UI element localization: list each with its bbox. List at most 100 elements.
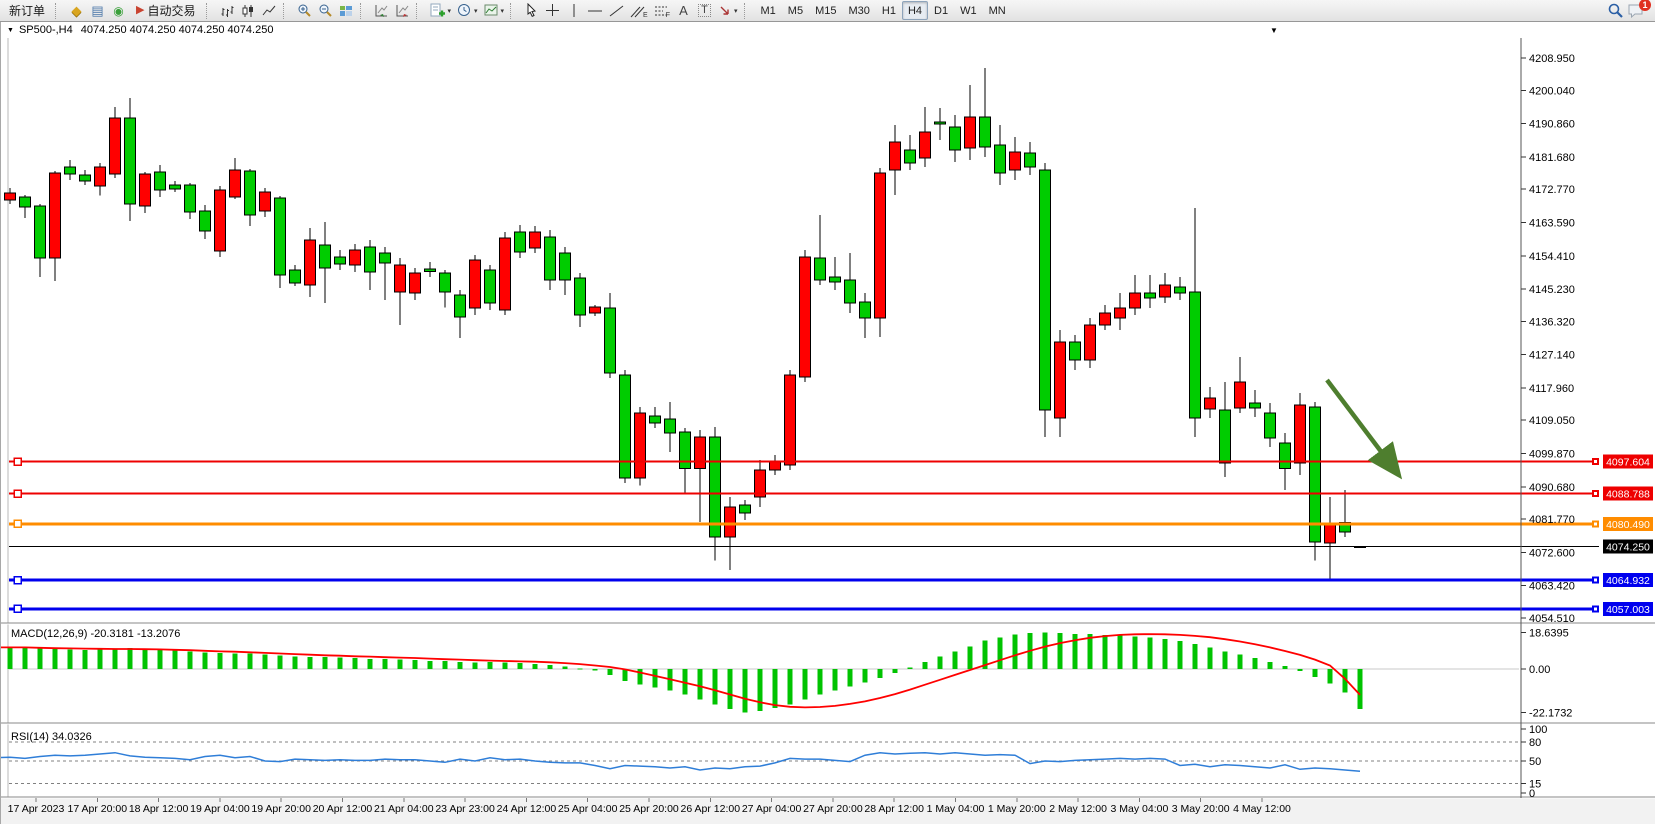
vertical-line-button[interactable] xyxy=(563,1,584,20)
price-line-label: 4097.604 xyxy=(1606,457,1650,469)
macd-tick-label: 18.6395 xyxy=(1529,627,1569,639)
macd-bar xyxy=(713,669,718,704)
time-tick-label: 1 May 04:00 xyxy=(927,803,985,815)
autotrading-label: 自动交易 xyxy=(147,2,195,19)
equidistant-channel-button[interactable]: E xyxy=(627,1,651,20)
trading-terminal: 新订单 ◆ ▤ ◉ ▶ 自动交易 xyxy=(0,0,1655,824)
arrows-button[interactable]: ▾ xyxy=(715,1,741,20)
macd-bar xyxy=(8,648,13,669)
macd-bar xyxy=(188,651,193,669)
zoom-in-button[interactable] xyxy=(294,1,315,20)
profile-next-button[interactable] xyxy=(392,1,413,20)
notifications-button[interactable]: 1 xyxy=(1627,3,1645,19)
time-tick-label: 20 Apr 12:00 xyxy=(313,803,373,815)
indicators-button[interactable]: ▾ xyxy=(427,1,455,20)
macd-bar xyxy=(818,669,823,694)
macd-bar xyxy=(1088,634,1093,669)
macd-bar xyxy=(488,662,493,669)
time-tick-label: 28 Apr 12:00 xyxy=(864,803,924,815)
chevron-down-icon: ▾ xyxy=(734,7,738,15)
macd-bar xyxy=(128,648,133,669)
macd-bar xyxy=(548,665,553,669)
text-label-button[interactable]: T xyxy=(694,1,715,20)
macd-bar xyxy=(1058,633,1063,669)
autotrading-button[interactable]: ▶ 自动交易 xyxy=(129,1,202,20)
fibonacci-button[interactable]: F xyxy=(651,1,673,20)
time-tick-label: 23 Apr 23:00 xyxy=(435,803,495,815)
timeframe-button-m5[interactable]: M5 xyxy=(782,1,809,20)
macd-bar xyxy=(158,649,163,669)
profile-next-icon xyxy=(395,4,410,18)
toolbar-grip[interactable] xyxy=(416,3,423,19)
line-chart-button[interactable] xyxy=(259,1,280,20)
chevron-down-icon: ▾ xyxy=(501,7,505,15)
price-tick-label: 4172.770 xyxy=(1529,184,1575,196)
time-tick-label: 24 Apr 12:00 xyxy=(497,803,557,815)
macd-bar xyxy=(443,661,448,669)
macd-bar xyxy=(248,654,253,669)
toolbar-grip[interactable] xyxy=(206,3,213,19)
tile-windows-button[interactable] xyxy=(336,1,357,20)
time-tick-label: 26 Apr 12:00 xyxy=(681,803,741,815)
macd-bar xyxy=(413,660,418,669)
time-tick-label: 19 Apr 04:00 xyxy=(190,803,250,815)
data-window-button[interactable]: ▤ xyxy=(87,1,108,20)
crosshair-button[interactable] xyxy=(542,1,563,20)
macd-bar xyxy=(1253,658,1258,669)
trendline-button[interactable] xyxy=(606,1,627,20)
macd-bar xyxy=(503,663,508,669)
time-tick-label: 17 Apr 2023 xyxy=(8,803,65,815)
toolbar-grip[interactable] xyxy=(55,3,62,19)
text-tool-button[interactable]: A xyxy=(673,1,694,20)
indicators-icon xyxy=(430,3,446,18)
macd-bar xyxy=(863,669,868,683)
macd-tick-label: -22.1732 xyxy=(1529,707,1572,719)
macd-bar xyxy=(518,663,523,669)
timeframe-button-d1[interactable]: D1 xyxy=(928,1,954,20)
price-tick-label: 4054.510 xyxy=(1529,613,1575,625)
toolbar-grip[interactable] xyxy=(510,3,517,19)
profile-previous-button[interactable] xyxy=(371,1,392,20)
market-watch-button[interactable]: ◆ xyxy=(66,1,87,20)
macd-bar xyxy=(1178,641,1183,669)
signals-button[interactable]: ◉ xyxy=(108,1,129,20)
rsi-tick-label: 50 xyxy=(1529,756,1541,768)
timeframe-button-h4[interactable]: H4 xyxy=(902,1,928,20)
symbol-collapse-icon[interactable]: ▼ xyxy=(7,27,14,34)
periods-button[interactable]: ▾ xyxy=(454,1,481,20)
macd-bar xyxy=(998,638,1003,669)
macd-bar xyxy=(878,669,883,678)
macd-bar xyxy=(1358,669,1363,709)
templates-button[interactable]: ▾ xyxy=(481,1,508,20)
timeframe-button-m1[interactable]: M1 xyxy=(755,1,782,20)
new-order-button[interactable]: 新订单 xyxy=(2,1,52,20)
time-tick-label: 25 Apr 04:00 xyxy=(558,803,618,815)
timeframe-button-mn[interactable]: MN xyxy=(983,1,1012,20)
macd-bar xyxy=(323,657,328,669)
time-tick-label: 2 May 12:00 xyxy=(1049,803,1107,815)
cursor-button[interactable] xyxy=(521,1,542,20)
toolbar-grip[interactable] xyxy=(283,3,290,19)
candlestick-chart-icon xyxy=(241,4,255,18)
toolbar-right-icons: 1 xyxy=(1604,1,1653,20)
macd-bar xyxy=(743,669,748,713)
zoom-in-icon xyxy=(297,3,312,18)
bar-chart-button[interactable] xyxy=(217,1,238,20)
timeframe-button-m30[interactable]: M30 xyxy=(842,1,875,20)
timeframe-button-m15[interactable]: M15 xyxy=(809,1,842,20)
zoom-out-button[interactable] xyxy=(315,1,336,20)
chart-title-bar: ▼SP500-,H44074.250 4074.250 4074.250 407… xyxy=(1,22,1655,38)
price-tick-label: 4090.680 xyxy=(1529,482,1575,494)
timeframe-button-h1[interactable]: H1 xyxy=(876,1,902,20)
macd-bar xyxy=(383,659,388,669)
chart-shift-marker[interactable]: ▼ xyxy=(1270,23,1278,39)
toolbar-grip[interactable] xyxy=(744,3,751,19)
chart-canvas[interactable]: 4208.9504200.0404190.8604181.6804172.770… xyxy=(1,38,1655,824)
macd-bar xyxy=(218,653,223,669)
candle-chart-button[interactable] xyxy=(238,1,259,20)
horizontal-line-button[interactable] xyxy=(584,1,606,20)
timeframe-button-w1[interactable]: W1 xyxy=(954,1,983,20)
macd-bar xyxy=(1238,655,1243,669)
toolbar-grip[interactable] xyxy=(360,3,367,19)
search-button[interactable] xyxy=(1604,1,1627,20)
